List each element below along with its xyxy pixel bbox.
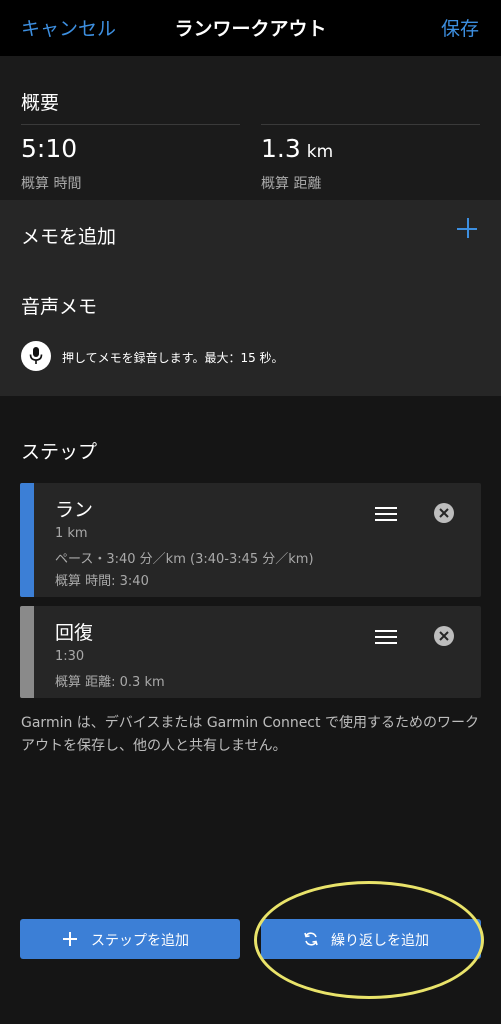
- step-pace: ペース・3:40 分／km (3:40-3:45 分／km): [55, 552, 314, 567]
- workout-editor-screen: キャンセル ランワークアウト 保存 概要 5:10 概算 時間 1.3 km 概算…: [0, 0, 501, 1024]
- add-repeat-label: 繰り返しを追加: [331, 933, 429, 949]
- step-estimate: 概算 距離: 0.3 km: [55, 675, 165, 690]
- header-bar: キャンセル ランワークアウト 保存: [0, 0, 501, 56]
- record-voice-memo-button[interactable]: [21, 341, 51, 371]
- steps-title: ステップ: [21, 441, 98, 463]
- step-estimate: 概算 時間: 3:40: [55, 574, 149, 589]
- notes-section: メモを追加 音声メモ 押してメモを録音します。最大：15 秒。: [0, 200, 501, 396]
- step-card-run[interactable]: ラン 1 km ペース・3:40 分／km (3:40-3:45 分／km) 概…: [20, 483, 481, 597]
- overview-title: 概要: [21, 92, 60, 114]
- save-button[interactable]: 保存: [441, 14, 479, 41]
- remove-step-button[interactable]: [434, 503, 454, 523]
- estimated-distance-value-wrap: 1.3 km: [261, 134, 333, 163]
- estimated-distance-unit: km: [306, 142, 334, 162]
- step-color-bar: [20, 606, 34, 698]
- step-target: 1 km: [55, 526, 88, 541]
- add-step-button[interactable]: ステップを追加: [20, 919, 240, 959]
- remove-step-button[interactable]: [434, 626, 454, 646]
- estimated-time-stat: 5:10 概算 時間: [21, 124, 240, 194]
- estimated-distance-stat: 1.3 km 概算 距離: [261, 124, 480, 194]
- step-card-recovery[interactable]: 回復 1:30 概算 距離: 0.3 km: [20, 606, 481, 698]
- voice-memo-hint: 押してメモを録音します。最大：15 秒。: [62, 351, 284, 365]
- step-name: 回復: [55, 622, 94, 644]
- close-icon: [439, 508, 449, 518]
- estimated-distance-value: 1.3: [261, 134, 301, 163]
- add-repeat-button[interactable]: 繰り返しを追加: [261, 919, 481, 959]
- estimated-time-value: 5:10: [21, 134, 78, 163]
- voice-memo-title: 音声メモ: [21, 296, 98, 318]
- plus-icon: [63, 932, 77, 946]
- microphone-icon: [29, 347, 43, 364]
- step-target: 1:30: [55, 649, 85, 664]
- repeat-icon: [304, 932, 318, 946]
- privacy-disclaimer: Garmin は、デバイスまたは Garmin Connect で使用するための…: [21, 715, 479, 754]
- overview-section: 概要 5:10 概算 時間 1.3 km 概算 距離: [0, 56, 501, 200]
- close-icon: [439, 631, 449, 641]
- step-color-bar: [20, 483, 34, 597]
- add-note-label[interactable]: メモを追加: [21, 222, 116, 249]
- page-title: ランワークアウト: [174, 18, 327, 40]
- estimated-time-label: 概算 時間: [21, 176, 82, 192]
- estimated-distance-label: 概算 距離: [261, 176, 322, 192]
- drag-handle-icon[interactable]: [375, 630, 397, 644]
- step-name: ラン: [55, 499, 94, 521]
- add-step-label: ステップを追加: [91, 933, 189, 949]
- drag-handle-icon[interactable]: [375, 507, 397, 521]
- add-note-plus-icon[interactable]: [455, 216, 481, 242]
